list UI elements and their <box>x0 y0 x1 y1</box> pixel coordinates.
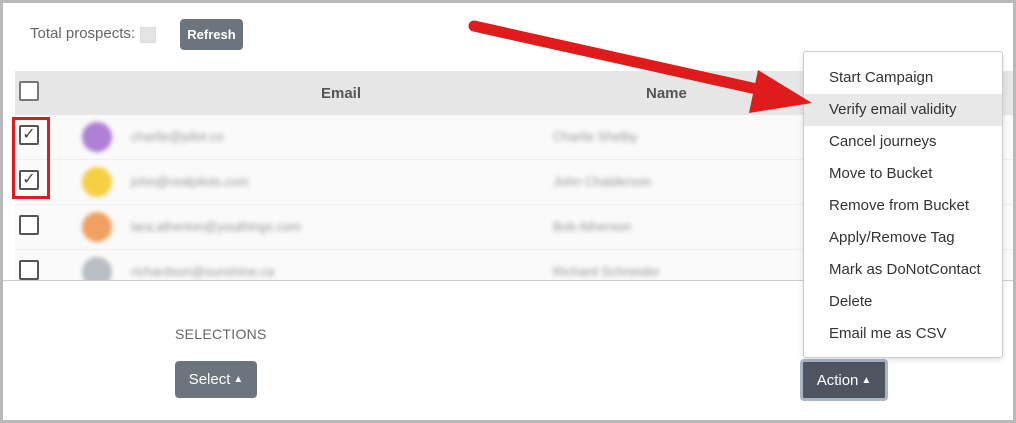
prospect-email: lara.atherton@youthings.com <box>131 219 302 234</box>
menu-item-cancel-journeys[interactable]: Cancel journeys <box>804 126 1002 158</box>
select-button-label: Select <box>188 371 231 388</box>
caret-up-icon: ▲ <box>861 374 872 386</box>
prospect-name: Bob Atherson <box>553 219 632 234</box>
row-checkbox[interactable] <box>19 260 39 280</box>
prospect-email: richardson@sunshine.ca <box>131 264 275 279</box>
column-header-name[interactable]: Name <box>646 85 687 102</box>
prospect-name: Charlie Shelby <box>553 129 638 144</box>
select-all-checkbox[interactable] <box>19 81 39 101</box>
prospect-name: John Chalderson <box>553 174 652 189</box>
menu-item-mark-donotcontact[interactable]: Mark as DoNotContact <box>804 254 1002 286</box>
avatar <box>82 212 112 242</box>
screenshot-frame: Total prospects: Refresh Email Name ✓ ch… <box>0 0 1016 423</box>
column-header-email[interactable]: Email <box>321 85 361 102</box>
menu-item-email-csv[interactable]: Email me as CSV <box>804 318 1002 350</box>
prospect-email: john@realpilots.com <box>131 174 249 189</box>
action-menu: Start Campaign Verify email validity Can… <box>803 51 1003 358</box>
highlight-annotation-box <box>12 117 50 199</box>
prospect-email: charlie@pilot.co <box>131 129 224 144</box>
menu-item-delete[interactable]: Delete <box>804 286 1002 318</box>
avatar <box>82 167 112 197</box>
refresh-button[interactable]: Refresh <box>180 19 243 50</box>
total-prospects-count <box>140 27 156 43</box>
action-dropdown-button[interactable]: Action ▲ <box>800 359 888 401</box>
total-prospects-label: Total prospects: <box>30 25 136 42</box>
menu-item-apply-remove-tag[interactable]: Apply/Remove Tag <box>804 222 1002 254</box>
menu-item-start-campaign[interactable]: Start Campaign <box>804 62 1002 94</box>
action-button-label: Action <box>816 371 859 389</box>
prospect-name: Richard Schneider <box>553 264 660 279</box>
caret-up-icon: ▲ <box>233 374 244 385</box>
menu-item-move-to-bucket[interactable]: Move to Bucket <box>804 158 1002 190</box>
menu-item-verify-email-validity[interactable]: Verify email validity <box>804 94 1002 126</box>
row-checkbox[interactable] <box>19 215 39 235</box>
select-dropdown-button[interactable]: Select ▲ <box>175 361 257 398</box>
selections-label: SELECTIONS <box>175 326 267 342</box>
avatar <box>82 122 112 152</box>
menu-item-remove-from-bucket[interactable]: Remove from Bucket <box>804 190 1002 222</box>
